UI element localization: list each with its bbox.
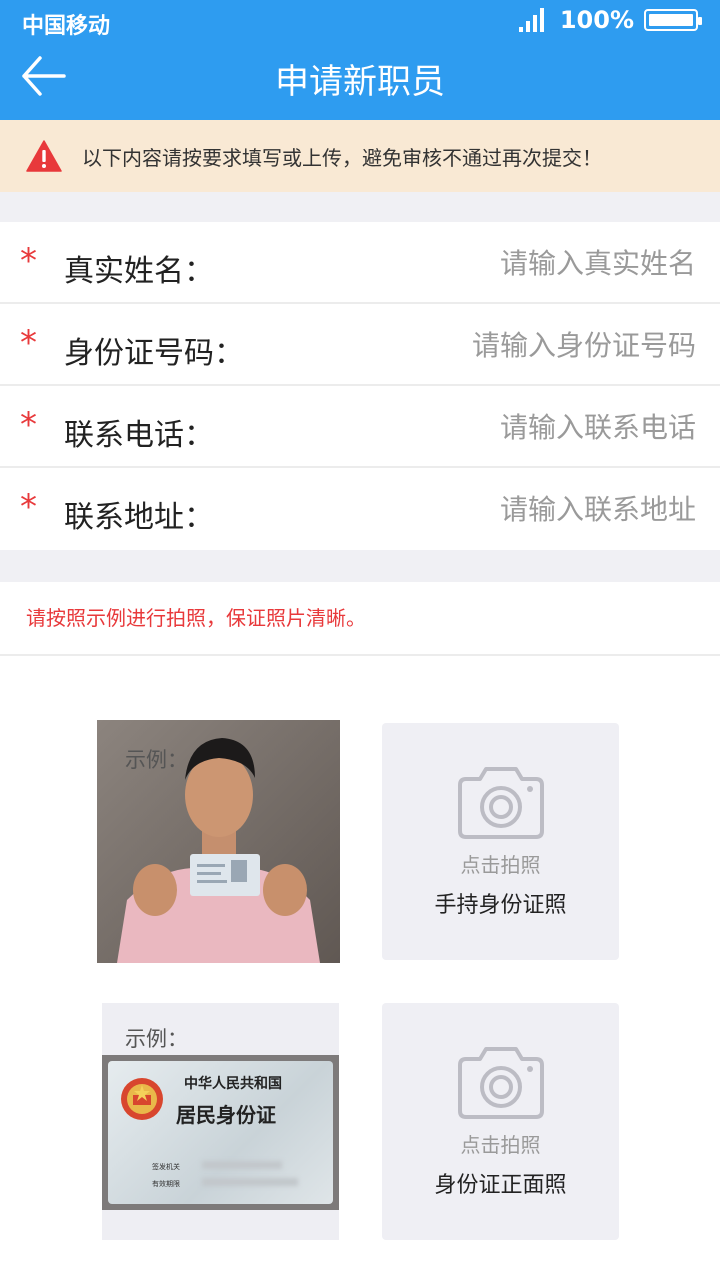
notice-text: 以下内容请按要求填写或上传，避免审核不通过再次提交！ (82, 145, 602, 170)
field-label-id-number: 身份证号码： (64, 336, 244, 371)
signal-icon (518, 8, 544, 32)
status-indicators: 100% (518, 6, 702, 34)
upload-handheld-id[interactable]: 点击拍照 手持身份证照 (382, 723, 619, 960)
emblem-icon (121, 1078, 163, 1120)
id-number-input[interactable] (366, 324, 696, 366)
phone-input[interactable] (366, 406, 696, 448)
address-input[interactable] (366, 488, 696, 530)
id-card-blur1 (202, 1161, 282, 1169)
page-title: 申请新职员 (275, 62, 445, 102)
id-card-front-image: 中华人民共和国 居民身份证 签发机关 有效期限 (102, 1055, 339, 1210)
form-row-name: * 真实姓名： (0, 222, 720, 304)
camera-icon (458, 1047, 544, 1119)
field-label-phone: 联系电话： (64, 418, 214, 453)
example-photo-id-front: 示例： 中华人民共和国 居民身份证 签发机关 有效期限 (102, 1003, 339, 1240)
warning-icon (26, 140, 62, 172)
example-photo-handheld: 示例： (97, 720, 340, 963)
carrier-name: 中国移动 (22, 14, 111, 39)
form-row-address: * 联系地址： (0, 468, 720, 550)
photo-section: 请按照示例进行拍照，保证照片清晰。 示例： 点击拍照 手持身份证照 示例： 中华… (0, 582, 720, 1280)
id-card-field2: 有效期限 (152, 1180, 180, 1188)
required-star: * (20, 241, 37, 281)
status-bar: 中国移动 100% (0, 0, 720, 44)
upload-hint: 点击拍照 (460, 1133, 541, 1157)
notice-banner: 以下内容请按要求填写或上传，避免审核不通过再次提交！ (0, 120, 720, 192)
id-card-title-line1: 中华人民共和国 (184, 1076, 282, 1092)
form-row-id-number: * 身份证号码： (0, 304, 720, 386)
id-card-title-line2: 居民身份证 (176, 1103, 276, 1127)
required-star: * (20, 487, 37, 527)
required-star: * (20, 405, 37, 445)
form-row-phone: * 联系电话： (0, 386, 720, 468)
upload-hint: 点击拍照 (460, 853, 541, 877)
required-star: * (20, 323, 37, 363)
app-header: 中国移动 100% 申请新职员 (0, 0, 720, 120)
applicant-form: * 真实姓名： * 身份证号码： * 联系电话： * 联系地址： (0, 222, 720, 550)
upload-id-front[interactable]: 点击拍照 身份证正面照 (382, 1003, 619, 1240)
camera-icon (458, 767, 544, 839)
example-label: 示例： (125, 748, 188, 772)
photo-hint: 请按照示例进行拍照，保证照片清晰。 (0, 582, 720, 656)
upload-label: 身份证正面照 (434, 1173, 567, 1198)
upload-label: 手持身份证照 (434, 893, 567, 918)
field-label-address: 联系地址： (64, 500, 214, 535)
id-card-field1: 签发机关 (152, 1163, 180, 1171)
battery-percent: 100% (559, 6, 634, 34)
id-card-blur2 (202, 1178, 298, 1186)
name-input[interactable] (366, 242, 696, 284)
example-label: 示例： (125, 1027, 188, 1051)
battery-icon (644, 9, 702, 31)
field-label-name: 真实姓名： (64, 254, 214, 289)
